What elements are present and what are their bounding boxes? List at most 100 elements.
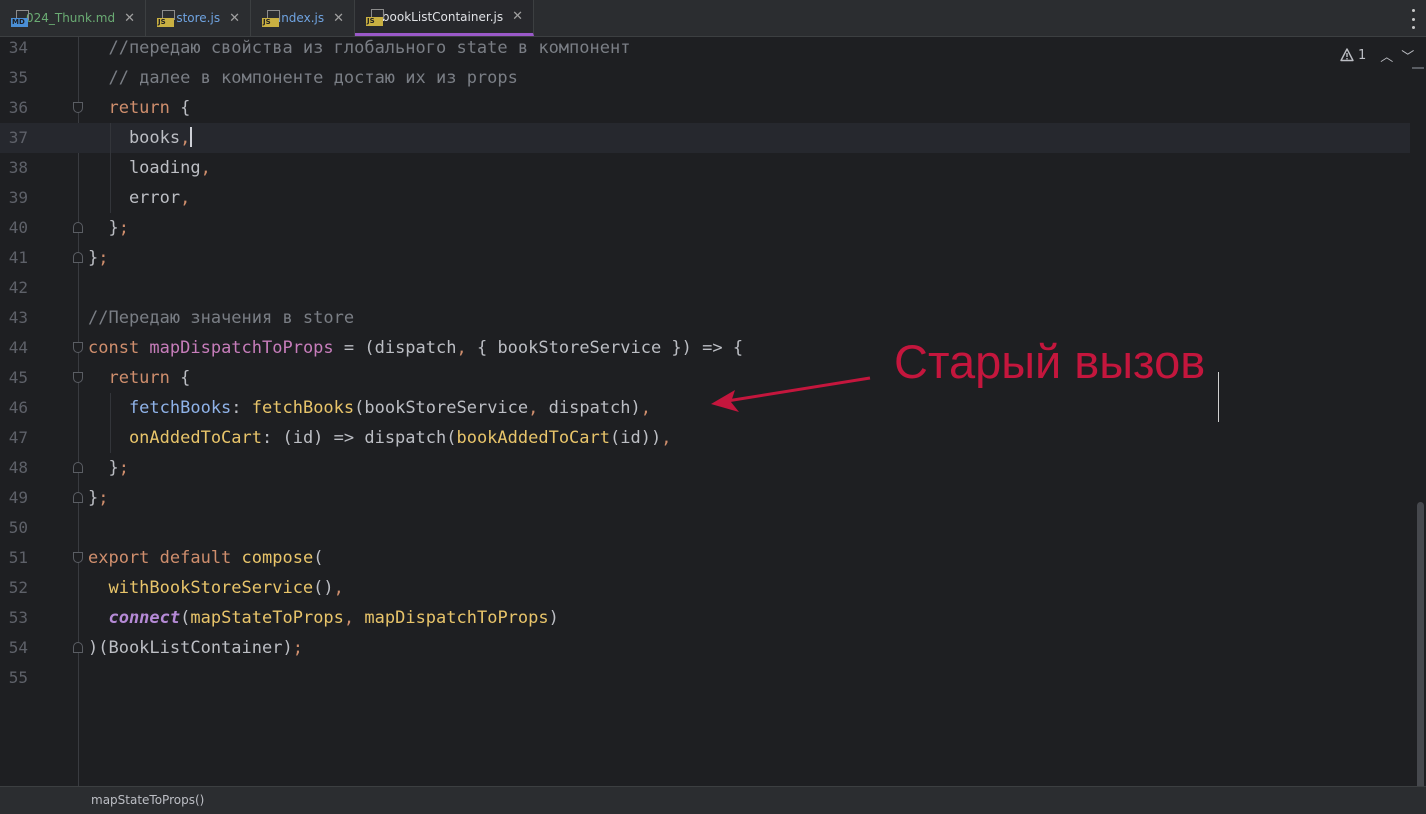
- code-line[interactable]: 38 loading,: [0, 153, 1410, 183]
- line-number: 54: [8, 638, 28, 657]
- code-text: error,: [88, 188, 191, 208]
- code-line[interactable]: 40 };: [0, 213, 1410, 243]
- text-caret: [1218, 372, 1219, 422]
- code-line[interactable]: 47 onAddedToCart: (id) => dispatch(bookA…: [0, 423, 1410, 453]
- line-number: 40: [8, 218, 28, 237]
- code-line[interactable]: 51 export default compose(: [0, 543, 1410, 573]
- line-number: 39: [8, 188, 28, 207]
- breadcrumb[interactable]: mapStateToProps(): [91, 793, 204, 807]
- breadcrumb-bar: mapStateToProps(): [0, 786, 1426, 814]
- close-tab-icon[interactable]: ✕: [333, 11, 344, 26]
- fold-end-icon[interactable]: [73, 492, 83, 503]
- code-text: books,: [88, 127, 193, 148]
- code-line[interactable]: 50: [0, 513, 1410, 543]
- editor-tab-bar: MD 024_Thunk.md ✕ JS store.js ✕ JS index…: [0, 0, 1426, 37]
- javascript-file-icon: JS: [366, 8, 384, 26]
- close-tab-icon[interactable]: ✕: [124, 11, 135, 26]
- code-line[interactable]: 34 //передаю свойства из глобального sta…: [0, 37, 1410, 63]
- code-line[interactable]: 42: [0, 273, 1410, 303]
- code-text: )(BookListContainer);: [88, 638, 303, 658]
- annotation-arrow: [711, 376, 871, 412]
- scroll-marker: [1412, 67, 1424, 69]
- code-line[interactable]: 39 error,: [0, 183, 1410, 213]
- code-line[interactable]: 49};: [0, 483, 1410, 513]
- line-number: 42: [8, 278, 28, 297]
- code-text: return {: [88, 98, 191, 118]
- code-text: loading,: [88, 158, 211, 178]
- tab-label: bookListContainer.js: [381, 9, 504, 24]
- line-number: 38: [8, 158, 28, 177]
- line-number: 46: [8, 398, 28, 417]
- line-number: 35: [8, 68, 28, 87]
- line-number: 43: [8, 308, 28, 327]
- tab-index-js[interactable]: JS index.js ✕: [251, 0, 355, 36]
- tab-label: 024_Thunk.md: [25, 11, 116, 25]
- line-number: 52: [8, 578, 28, 597]
- line-number: 45: [8, 368, 28, 387]
- tab-label: index.js: [277, 11, 325, 25]
- line-number: 36: [8, 98, 28, 117]
- annotation-text: Старый вызов: [894, 335, 1206, 388]
- line-number: 41: [8, 248, 28, 267]
- code-line[interactable]: 54 )(BookListContainer);: [0, 633, 1410, 663]
- code-text: //Передаю значения в store: [88, 308, 355, 328]
- code-text: };: [88, 248, 109, 268]
- line-number: 44: [8, 338, 28, 357]
- line-number: 34: [8, 38, 28, 57]
- tab-024-thunk-md[interactable]: MD 024_Thunk.md ✕: [0, 0, 146, 36]
- fold-end-icon[interactable]: [73, 252, 83, 263]
- fold-end-icon[interactable]: [73, 462, 83, 473]
- javascript-file-icon: JS: [157, 9, 175, 27]
- fold-start-icon[interactable]: [73, 372, 83, 383]
- more-options-icon[interactable]: [1406, 9, 1420, 29]
- code-line[interactable]: 36 return {: [0, 93, 1410, 123]
- inspection-widget[interactable]: 1 ︿ ﹀: [1340, 45, 1414, 65]
- line-number: 51: [8, 548, 28, 567]
- line-number: 55: [8, 668, 28, 687]
- line-number: 49: [8, 488, 28, 507]
- tab-booklistcontainer-js[interactable]: JS bookListContainer.js ✕: [355, 0, 534, 36]
- markdown-file-icon: MD: [11, 9, 29, 27]
- code-text: export default compose(: [88, 548, 324, 568]
- close-tab-icon[interactable]: ✕: [512, 9, 523, 24]
- indent-guide: [110, 123, 111, 213]
- indent-guide: [110, 393, 111, 453]
- line-number: 48: [8, 458, 28, 477]
- fold-start-icon[interactable]: [73, 102, 83, 113]
- tab-store-js[interactable]: JS store.js ✕: [146, 0, 251, 36]
- chevron-up-icon[interactable]: ︿: [1380, 46, 1393, 65]
- text-caret: [190, 127, 193, 147]
- fold-start-icon[interactable]: [73, 552, 83, 563]
- code-line[interactable]: 41};: [0, 243, 1410, 273]
- code-line[interactable]: 55: [0, 663, 1410, 693]
- line-number: 37: [8, 128, 28, 147]
- code-text: return {: [88, 368, 191, 388]
- line-number: 53: [8, 608, 28, 627]
- fold-end-icon[interactable]: [73, 222, 83, 233]
- line-number: 47: [8, 428, 28, 447]
- code-text: fetchBooks: fetchBooks(bookStoreService,…: [88, 398, 651, 418]
- code-line[interactable]: 52 withBookStoreService(),: [0, 573, 1410, 603]
- code-text: withBookStoreService(),: [88, 578, 344, 598]
- code-text: // далее в компоненте достаю их из props: [88, 68, 518, 88]
- code-line[interactable]: 43 //Передаю значения в store: [0, 303, 1410, 333]
- scrollbar-thumb[interactable]: [1417, 502, 1424, 802]
- javascript-file-icon: JS: [262, 9, 280, 27]
- code-line[interactable]: 35 // далее в компоненте достаю их из pr…: [0, 63, 1410, 93]
- warning-count: 1: [1358, 47, 1367, 63]
- fold-start-icon[interactable]: [73, 342, 83, 353]
- code-line[interactable]: 53 connect(mapStateToProps, mapDispatchT…: [0, 603, 1410, 633]
- code-line[interactable]: 48 };: [0, 453, 1410, 483]
- code-text: };: [88, 458, 129, 478]
- code-text: };: [88, 488, 109, 508]
- vertical-scrollbar[interactable]: [1410, 37, 1426, 802]
- code-line[interactable]: 37 books,: [0, 123, 1410, 153]
- line-number: 50: [8, 518, 28, 537]
- fold-end-icon[interactable]: [73, 642, 83, 653]
- code-text: };: [88, 218, 129, 238]
- tab-label: store.js: [176, 11, 221, 25]
- code-text: onAddedToCart: (id) => dispatch(bookAdde…: [88, 428, 672, 448]
- close-tab-icon[interactable]: ✕: [229, 11, 240, 26]
- code-text: const mapDispatchToProps = (dispatch, { …: [88, 338, 744, 358]
- warning-icon: [1340, 48, 1354, 62]
